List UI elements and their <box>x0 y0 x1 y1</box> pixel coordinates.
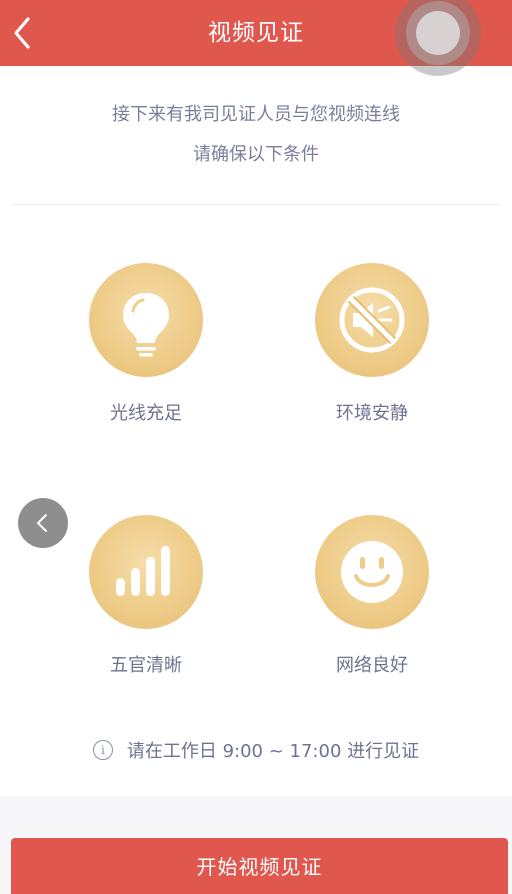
working-hours-notice: i 请在工作日 9:00 ~ 17:00 进行见证 <box>0 738 512 766</box>
condition-label: 环境安静 <box>336 403 408 424</box>
condition-label: 光线充足 <box>110 403 182 424</box>
start-video-witness-button[interactable]: 开始视频见证 <box>11 838 508 894</box>
lightbulb-icon <box>89 263 203 377</box>
condition-label: 网络良好 <box>336 655 408 676</box>
notice-text: 请在工作日 9:00 ~ 17:00 进行见证 <box>126 741 420 762</box>
condition-quiet: 环境安静 <box>272 263 472 427</box>
video-witness-page: 视频见证 接下来有我司见证人员与您视频连线 请确保以下条件 光线充足 环境安静 … <box>0 0 512 894</box>
mute-icon <box>315 263 429 377</box>
signal-bars-icon <box>89 515 203 629</box>
chevron-left-icon <box>37 514 47 532</box>
divider <box>12 204 500 205</box>
condition-network: 网络良好 <box>272 515 472 679</box>
condition-clear-face: 五官清晰 <box>46 515 246 679</box>
floating-back-button[interactable] <box>18 498 68 548</box>
intro-line-2: 请确保以下条件 <box>193 144 319 165</box>
smiley-icon <box>315 515 429 629</box>
intro-line-1: 接下来有我司见证人员与您视频连线 <box>112 104 400 125</box>
info-icon: i <box>92 740 113 760</box>
condition-light: 光线充足 <box>46 263 246 427</box>
condition-label: 五官清晰 <box>110 655 182 676</box>
